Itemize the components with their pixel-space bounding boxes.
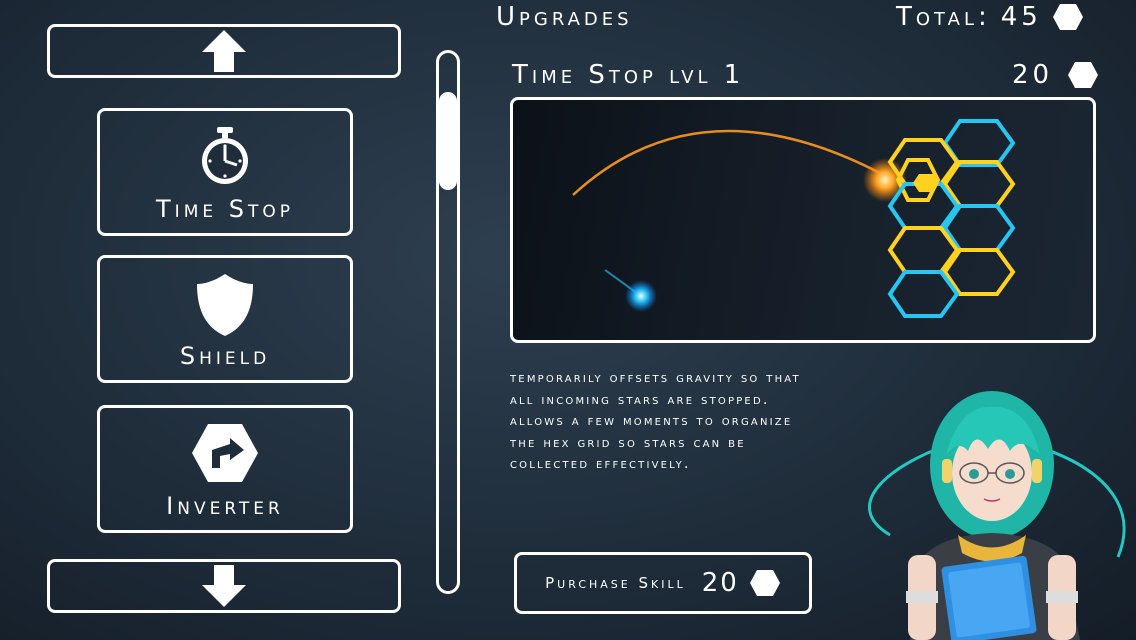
- inverter-hex-icon: [192, 424, 258, 482]
- skill-cost-value: 20: [1012, 60, 1054, 90]
- total-value: 45: [1000, 2, 1042, 32]
- scrollbar-thumb[interactable]: [439, 92, 457, 190]
- arrow-up-icon: [202, 30, 246, 72]
- hex-currency-icon: [1052, 4, 1083, 30]
- scroll-down-button[interactable]: [47, 559, 401, 613]
- page-title: Upgrades: [496, 2, 633, 32]
- assistant-character: [868, 391, 1126, 640]
- scroll-up-button[interactable]: [47, 24, 401, 78]
- skill-label-shield: Shield: [179, 342, 271, 370]
- hex-currency-icon: [1068, 62, 1099, 88]
- skill-card-time-stop[interactable]: Time Stop: [97, 108, 353, 236]
- purchase-cost: 20: [701, 568, 739, 598]
- skill-card-inverter[interactable]: Inverter: [97, 405, 353, 533]
- skill-label-inverter: Inverter: [166, 492, 284, 520]
- total-label: Total:: [896, 2, 991, 32]
- purchase-skill-button[interactable]: Purchase Skill 20: [514, 552, 812, 614]
- purchase-label: Purchase Skill: [545, 574, 686, 592]
- star-trajectory: [572, 129, 894, 196]
- skill-card-shield[interactable]: Shield: [97, 255, 353, 383]
- skill-label-time-stop: Time Stop: [156, 195, 294, 223]
- blue-star: [625, 280, 657, 312]
- hex-grid: [887, 119, 1016, 318]
- skill-detail-title: Time Stop lvl 1: [512, 60, 745, 90]
- stopwatch-icon: [202, 127, 248, 184]
- skill-detail-cost: 20: [1012, 60, 1099, 90]
- arrow-down-icon: [202, 565, 246, 607]
- shield-icon: [197, 274, 253, 336]
- hex-currency-icon: [749, 570, 780, 596]
- total-currency: Total: 45: [896, 2, 1084, 32]
- skill-preview-image: [510, 97, 1096, 343]
- preview-scene: [572, 119, 1016, 318]
